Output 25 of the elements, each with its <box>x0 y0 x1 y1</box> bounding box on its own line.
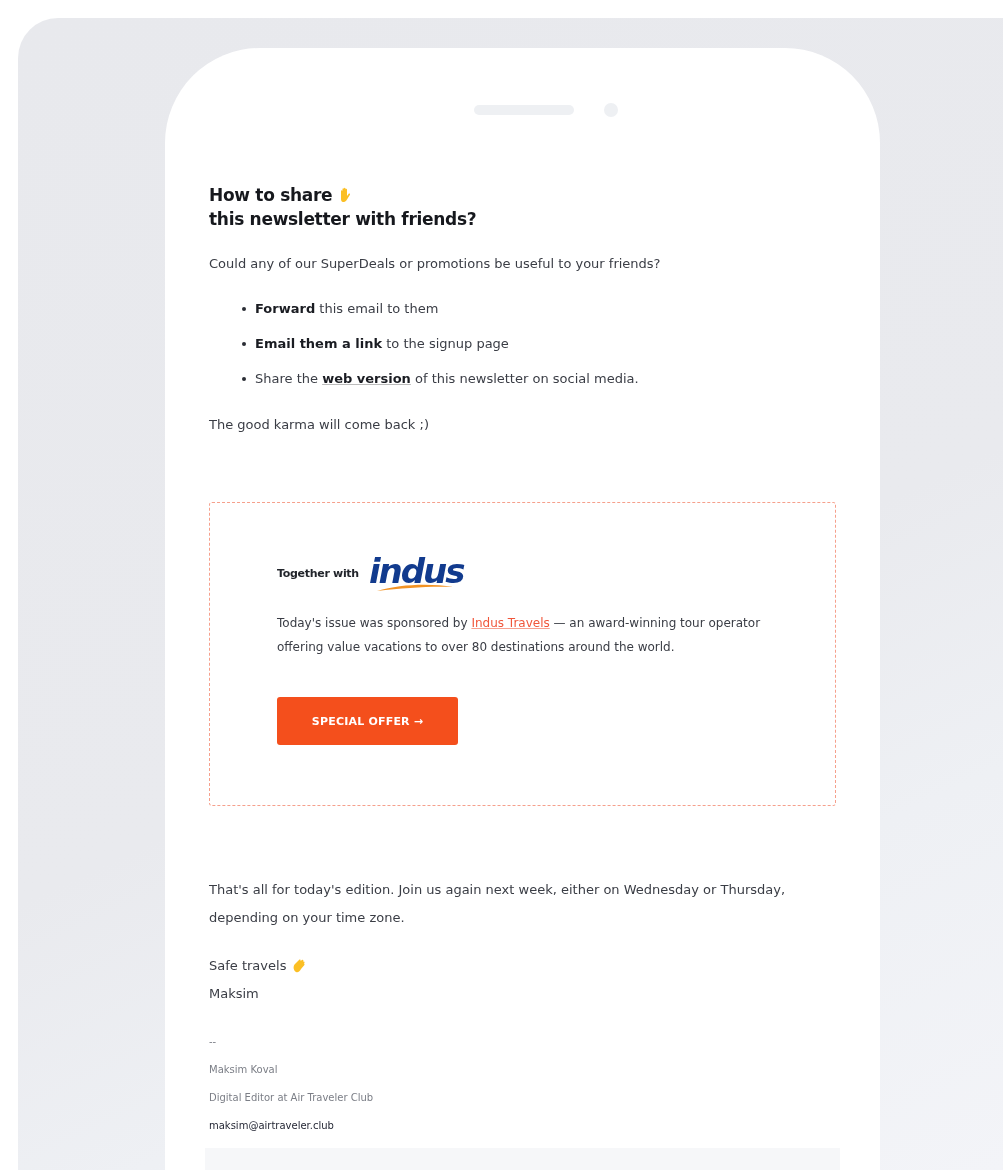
special-offer-button[interactable]: SPECIAL OFFER → <box>277 697 458 745</box>
heading-text: How to share <box>209 184 333 207</box>
raised-hand-icon <box>338 187 353 203</box>
signature-email: maksim@airtraveler.club <box>209 1119 335 1133</box>
signature-role: Digital Editor at Air Traveler Club <box>209 1091 375 1105</box>
text-link[interactable]: web version <box>322 371 411 386</box>
bullet-icon <box>242 307 246 311</box>
signature-separator: -- <box>209 1035 218 1049</box>
sponsor-logo: indus <box>368 553 464 593</box>
list-item-text: Email them a link to the signup page <box>255 335 509 353</box>
heading-text: this newsletter with friends? <box>209 208 478 231</box>
closing-text: That's all for today's edition. Join us again next week, either on Wednesday or Thursday, depending on your time zone. <box>209 881 787 927</box>
signature-name: Maksim Koval <box>209 1063 279 1077</box>
waving-hand-icon <box>292 958 307 974</box>
text-link[interactable]: Indus Travels <box>471 616 550 630</box>
karma-text: The good karma will come back ;) <box>209 416 430 434</box>
signer-name: Maksim <box>209 985 260 1003</box>
sign-off-text: Safe travels <box>209 957 287 975</box>
bullet-icon <box>242 342 246 346</box>
together-with-label: Together with <box>277 566 359 580</box>
sponsor-text: Today's issue was sponsored by Indus Travels — an award-winning tour operator offering value vacations to over 80 destinations around the world. <box>277 615 762 656</box>
bullet-icon <box>242 377 246 381</box>
list-item-text: Forward this email to them <box>255 300 439 318</box>
list-item-text: Share the web version of this newsletter on social media. <box>255 370 639 388</box>
intro-text: Could any of our SuperDeals or promotions be useful to your friends? <box>209 255 662 273</box>
